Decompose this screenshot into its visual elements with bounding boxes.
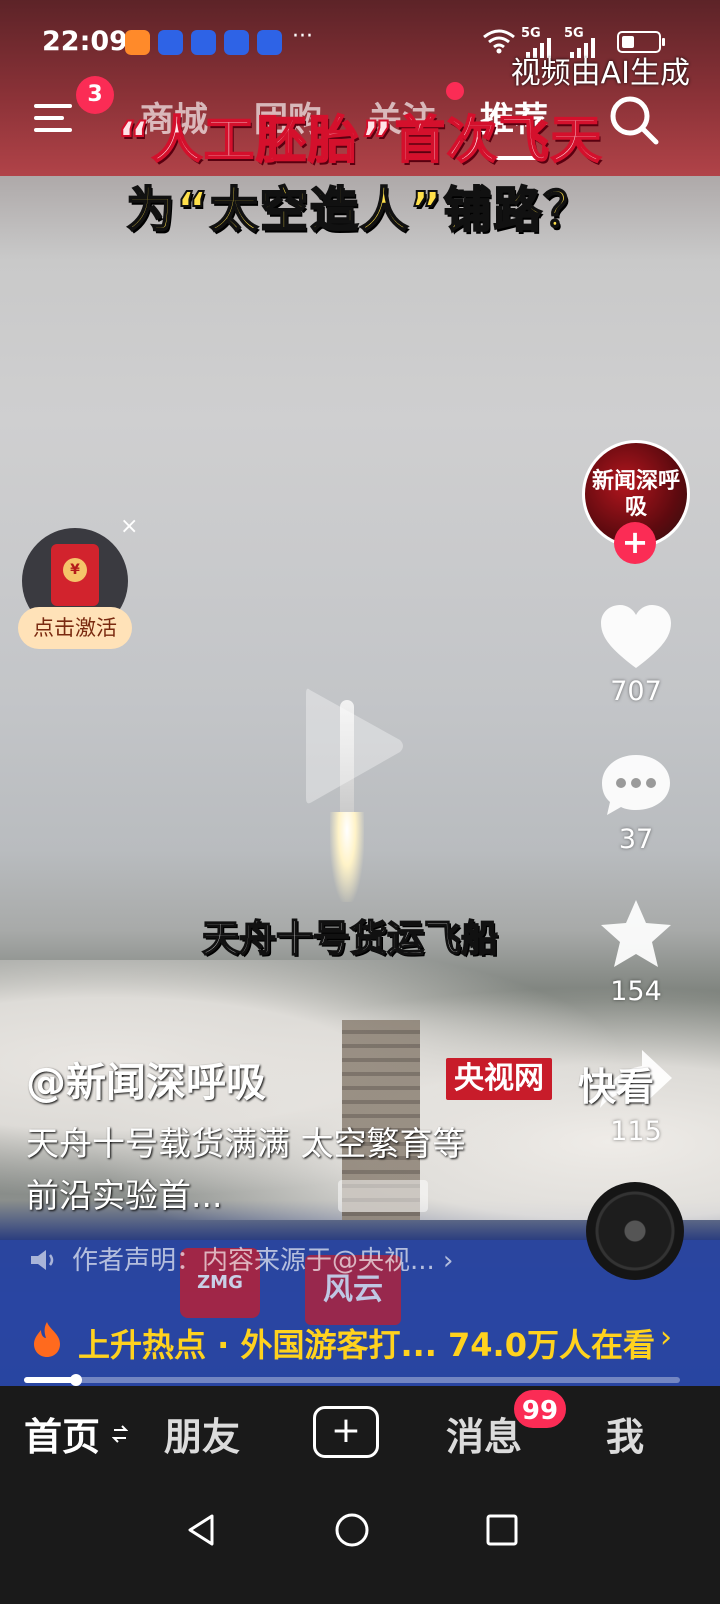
like-button[interactable]: 707 xyxy=(594,604,678,707)
back-icon[interactable] xyxy=(184,1512,220,1548)
video-headline-line1: “人工胚胎”首次飞天 xyxy=(116,110,603,170)
music-disc-icon[interactable] xyxy=(586,1182,684,1280)
trending-viewers: 74.0万人在看 xyxy=(448,1326,655,1364)
tab-home[interactable]: 首页 xyxy=(24,1406,100,1461)
avatar-logo-text: 新闻深呼吸 xyxy=(591,469,680,520)
speaker-icon xyxy=(31,1250,54,1270)
app-notification-icon xyxy=(158,30,183,55)
author-statement[interactable]: 作者声明：内容来源于@央视... › xyxy=(28,1240,453,1277)
messages-badge: 99 xyxy=(512,1388,568,1430)
comment-icon xyxy=(602,755,670,815)
bottom-tab-bar: 首页 朋友 + 消息 99 我 xyxy=(0,1386,720,1482)
source-tag: 快看 xyxy=(578,1065,655,1109)
description-expand[interactable] xyxy=(338,1180,428,1212)
close-icon[interactable]: × xyxy=(120,514,138,539)
trending-bar[interactable]: 上升热点 · 外国游客打... 74.0万人在看 › xyxy=(24,1316,696,1364)
ai-generated-label: 视频由AI生成 xyxy=(510,56,690,91)
share-count: 115 xyxy=(610,1116,662,1147)
swap-icon xyxy=(112,1425,128,1443)
star-icon xyxy=(601,900,671,967)
favorite-button[interactable]: 154 xyxy=(594,898,678,1007)
app-notification-icon xyxy=(191,30,216,55)
trending-title: 上升热点 · 外国游客打... xyxy=(78,1326,437,1364)
heart-icon xyxy=(601,605,671,668)
recents-icon[interactable] xyxy=(484,1512,520,1548)
like-count: 707 xyxy=(610,676,662,707)
following-dot xyxy=(446,82,464,100)
comment-button[interactable]: 37 xyxy=(594,752,678,855)
tab-messages[interactable]: 消息 xyxy=(446,1406,522,1461)
system-navigation-bar xyxy=(0,1482,720,1604)
app-notification-icon xyxy=(125,30,150,55)
play-icon[interactable] xyxy=(296,678,408,814)
app-notification-icon xyxy=(224,30,249,55)
chevron-right-icon: › xyxy=(660,1320,672,1355)
home-icon[interactable] xyxy=(334,1512,370,1548)
follow-button[interactable]: + xyxy=(614,522,656,564)
tab-friends[interactable]: 朋友 xyxy=(164,1406,240,1461)
activate-button[interactable]: 点击激活 xyxy=(18,607,132,649)
add-video-button[interactable]: + xyxy=(313,1406,379,1458)
app-notification-icon xyxy=(257,30,282,55)
tab-me[interactable]: 我 xyxy=(606,1406,644,1461)
comment-count: 37 xyxy=(618,824,654,855)
more-notifications: ··· xyxy=(292,24,313,49)
video-headline-line2: 为“太空造人”铺路？ xyxy=(125,181,594,239)
progress-fill xyxy=(24,1377,77,1383)
cctv-logo: 央视网 xyxy=(446,1058,552,1100)
video-progress-bar[interactable] xyxy=(24,1374,680,1386)
statement-text: 作者声明：内容来源于@央视... › xyxy=(72,1246,454,1276)
rocket-flame xyxy=(330,812,364,902)
status-time: 22:09 xyxy=(42,26,128,57)
author-name[interactable]: @新闻深呼吸 xyxy=(26,1050,266,1108)
coin-icon: ¥ xyxy=(63,558,87,582)
favorite-count: 154 xyxy=(610,976,662,1007)
fire-icon xyxy=(34,1322,60,1357)
